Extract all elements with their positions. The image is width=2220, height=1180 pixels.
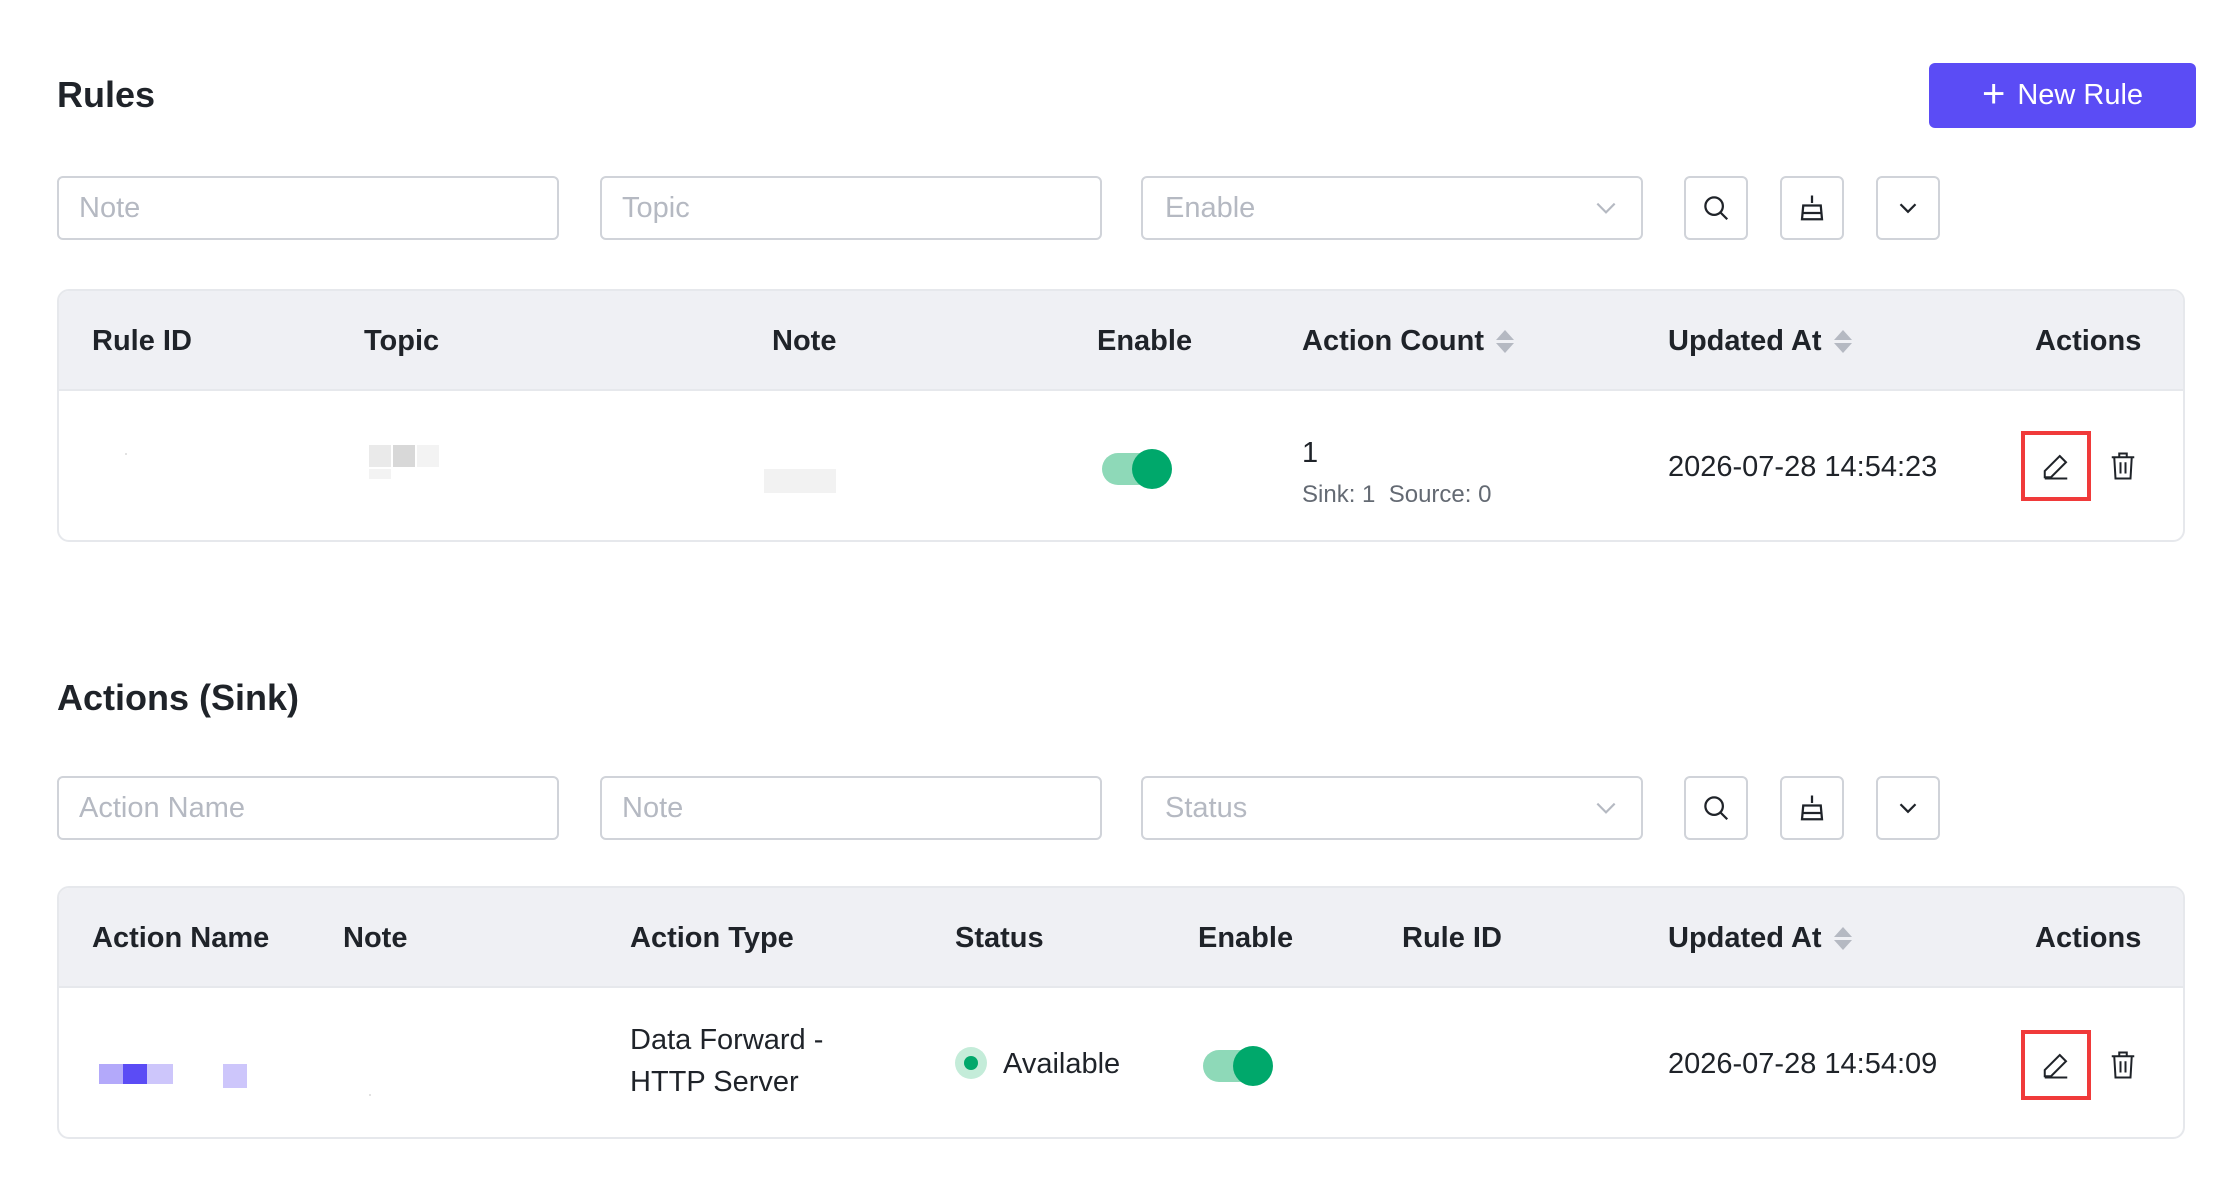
actions-clear-button[interactable] <box>1780 776 1844 840</box>
col-updated-at-label: Updated At <box>1668 324 1822 357</box>
col-actions: Actions <box>2035 324 2142 357</box>
new-rule-label: New Rule <box>2017 79 2144 111</box>
clear-icon <box>1800 795 1824 821</box>
redacted-action-name <box>123 1064 147 1084</box>
actions-search-button[interactable] <box>1684 776 1748 840</box>
status-available-icon <box>955 1047 987 1079</box>
col-updated-at[interactable]: Updated At <box>1668 291 1852 391</box>
redacted-topic <box>393 445 415 467</box>
rule-edit-button[interactable] <box>2021 431 2091 501</box>
redacted-note <box>369 1094 371 1096</box>
redacted-topic <box>417 445 439 467</box>
delete-icon <box>2111 452 2135 480</box>
rules-table: Rule ID Topic Note Enable Action Count U… <box>57 289 2185 542</box>
redacted-topic <box>369 445 391 467</box>
rules-title: Rules <box>57 74 156 115</box>
col-enable: Enable <box>1097 324 1193 357</box>
col-action-count-label: Action Count <box>1302 324 1485 357</box>
chevron-down-icon <box>1899 803 1917 814</box>
chevron-down-icon <box>1899 203 1917 214</box>
actions-table-header: Action Name Note Action Type Status Enab… <box>59 888 2183 988</box>
clear-icon <box>1800 195 1824 221</box>
col-rule-id: Rule ID <box>1402 921 1502 954</box>
redacted-action-name <box>223 1064 247 1088</box>
redacted-topic <box>369 469 391 479</box>
edit-icon <box>2043 1053 2068 1079</box>
action-delete-button[interactable] <box>2103 1045 2143 1085</box>
sort-icon <box>1833 329 1852 353</box>
chevron-down-icon <box>1596 802 1616 814</box>
rules-topic-filter-input[interactable] <box>600 176 1102 240</box>
action-name-filter-input[interactable] <box>57 776 559 840</box>
sort-icon <box>1496 329 1515 353</box>
edit-icon <box>2043 454 2068 480</box>
redacted-action-name <box>147 1064 173 1084</box>
col-action-type: Action Type <box>630 921 794 954</box>
col-note: Note <box>343 921 408 954</box>
action-count-detail: Sink: 1 Source: 0 <box>1302 481 1492 508</box>
status-label: Available <box>1003 1048 1121 1080</box>
col-status: Status <box>955 921 1044 954</box>
col-topic: Topic <box>364 324 440 357</box>
actions-sink-title: Actions (Sink) <box>57 677 300 718</box>
actions-expand-button[interactable] <box>1876 776 1940 840</box>
table-row: 1 Sink: 1 Source: 0 2026-07-28 14:54:23 <box>59 391 2183 540</box>
col-enable: Enable <box>1198 921 1294 954</box>
action-updated-at: 2026-07-28 14:54:09 <box>1668 1048 1938 1080</box>
rules-search-button[interactable] <box>1684 176 1748 240</box>
action-enable-toggle[interactable] <box>1203 1046 1273 1086</box>
plus-icon: + <box>1981 71 2006 116</box>
redacted-rule-id <box>125 453 127 455</box>
rules-note-filter-input[interactable] <box>57 176 559 240</box>
action-edit-button[interactable] <box>2021 1030 2091 1100</box>
chevron-down-icon <box>1596 202 1616 214</box>
action-type-line2: HTTP Server <box>630 1066 799 1098</box>
action-note-filter-input[interactable] <box>600 776 1102 840</box>
delete-icon <box>2111 1051 2135 1079</box>
rules-table-header: Rule ID Topic Note Enable Action Count U… <box>59 291 2183 391</box>
col-actions: Actions <box>2035 921 2142 954</box>
search-icon <box>1704 196 1729 221</box>
rule-updated-at: 2026-07-28 14:54:23 <box>1668 451 1938 483</box>
col-rule-id: Rule ID <box>92 324 192 357</box>
redacted-note <box>764 469 836 493</box>
col-action-name: Action Name <box>92 921 270 954</box>
col-action-count[interactable]: Action Count <box>1302 291 1515 391</box>
redacted-action-name <box>99 1064 123 1084</box>
rules-expand-button[interactable] <box>1876 176 1940 240</box>
rule-enable-toggle[interactable] <box>1102 449 1172 489</box>
col-note: Note <box>772 324 837 357</box>
rules-clear-button[interactable] <box>1780 176 1844 240</box>
rules-enable-select[interactable]: Enable <box>1141 176 1643 240</box>
action-status-select[interactable]: Status <box>1141 776 1643 840</box>
table-row: Data Forward - HTTP Server Available 202… <box>59 988 2183 1137</box>
action-status-select-placeholder: Status <box>1165 791 1248 824</box>
new-rule-button[interactable]: + New Rule <box>1929 63 2196 128</box>
col-updated-at[interactable]: Updated At <box>1668 888 1852 988</box>
action-type-line1: Data Forward - <box>630 1024 824 1056</box>
search-icon <box>1704 796 1729 821</box>
col-updated-at-label: Updated At <box>1668 921 1822 954</box>
rules-enable-select-placeholder: Enable <box>1165 191 1256 224</box>
actions-table: Action Name Note Action Type Status Enab… <box>57 886 2185 1139</box>
action-count-value: 1 <box>1302 437 1319 469</box>
sort-icon <box>1833 926 1852 950</box>
rule-delete-button[interactable] <box>2103 446 2143 486</box>
